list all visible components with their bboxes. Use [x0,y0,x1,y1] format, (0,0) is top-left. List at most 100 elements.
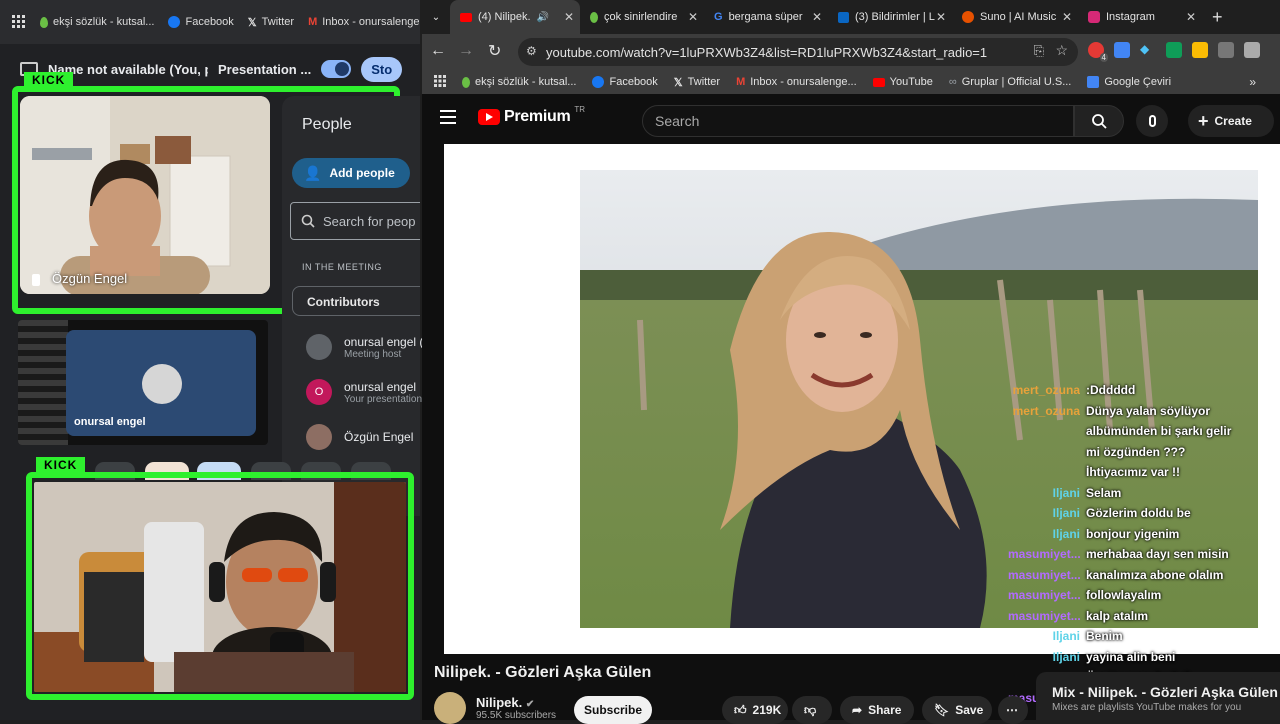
reload-icon[interactable]: ↻ [488,41,501,61]
left-bookmark-inbox[interactable]: M Inbox - onursalenge... [308,16,420,28]
participant-role: Your presentation [344,393,423,405]
bookmark-label: Google Çeviri [1104,76,1172,88]
gem-extension-icon[interactable]: ◆ [1140,42,1156,58]
tab-google[interactable]: G bergama süper ✕ [704,0,828,34]
presenter-card: onursal engel [66,330,256,436]
drop-icon [590,11,598,23]
share-arrow-icon: ➦ [852,703,863,717]
mix-playlist-panel[interactable]: Mix - Nilipek. - Gözleri Aşka Gülen Mixe… [1036,672,1280,720]
tab-search-icon[interactable]: ⌄ [422,12,450,23]
apps-grid-icon[interactable] [12,15,26,29]
r-extension-icon[interactable] [1166,42,1182,58]
close-tab-icon[interactable]: ✕ [936,10,946,24]
people-panel: People 👤 Add people Search for peop IN T… [282,96,420,516]
tab-label: (4) Nilipek. [478,11,531,23]
youtube-search-button[interactable] [1074,105,1124,137]
tab-linkedin[interactable]: (3) Bildirimler | L ✕ [828,0,952,34]
participant-role: Meeting host [344,348,402,360]
hamburger-menu-icon[interactable] [440,110,456,124]
channel-name[interactable]: Nilipek. ✔ [476,695,556,710]
chrome-window: ⌄ (4) Nilipek. 🔊 ✕ çok sinirlendire ✕ G … [422,0,1280,724]
close-tab-icon[interactable]: ✕ [688,10,698,24]
extension-icon[interactable]: 4 [1088,42,1108,62]
address-toolbar: ← → ↻ ⚙ youtube.com/watch?v=1luPRXWb3Z4&… [422,34,1280,70]
chat-text: :Dddddd [1086,383,1136,397]
presentation-preview-tile[interactable]: onursal engel [18,320,268,445]
people-search-input[interactable]: Search for peop [290,202,420,240]
bookmark-facebook[interactable]: Facebook [592,76,658,88]
bookmark-translate[interactable]: Google Çeviri [1087,76,1171,88]
tab-eksi[interactable]: çok sinirlendire ✕ [580,0,704,34]
gmail-icon: M [736,76,746,88]
close-tab-icon[interactable]: ✕ [1062,10,1072,24]
participant-row[interactable]: O onursal engel Your presentation [306,379,422,405]
chat-username: Iljani [1052,526,1080,541]
kick-logo-top: KICK [24,72,74,88]
close-tab-icon[interactable]: ✕ [1186,10,1196,24]
tab-label: bergama süper [728,11,803,23]
chat-username: Iljani [1052,485,1080,500]
presentation-toggle[interactable] [321,60,352,78]
youtube-search-input[interactable]: Search [642,105,1074,137]
verified-icon: ✔ [525,699,535,710]
chat-text: followlayalım [1086,588,1162,602]
puzzle-extension-icon[interactable] [1244,42,1260,58]
channel-name-text: Nilipek. [476,695,523,710]
bookmark-twitter[interactable]: 𝕏 Twitter [674,76,720,89]
avatar [306,334,332,360]
audio-playing-icon[interactable]: 🔊 [537,12,549,23]
participant-row[interactable]: Özgün Engel [306,424,413,450]
live-chat-overlay: mert_ozuna:Dddddd mert_ozuna Dünya yalan s… [1008,380,1248,708]
close-tab-icon[interactable]: ✕ [564,10,574,24]
channel-info[interactable]: Nilipek. ✔ 95.5K subscribers [434,692,556,724]
subscriber-count: 95.5K subscribers [476,710,557,721]
voice-search-button[interactable] [1136,105,1168,137]
tab-youtube[interactable]: (4) Nilipek. 🔊 ✕ [450,0,580,34]
youtube-logo[interactable]: Premium TR [478,104,586,126]
avatar [306,424,332,450]
presenter-avatar [142,364,182,404]
channel-avatar[interactable] [434,692,466,724]
site-info-icon[interactable]: ⚙ [526,44,537,58]
contributors-section[interactable]: Contributors [292,286,420,316]
close-tab-icon[interactable]: ✕ [812,10,822,24]
create-button[interactable]: + Create [1188,105,1274,137]
install-app-icon[interactable]: ⎘ [1034,43,1044,59]
apps-grid-icon[interactable] [434,74,446,90]
region-label: TR [574,104,586,114]
bookmark-gruplar[interactable]: ∞ Gruplar | Official U.S... [949,76,1071,88]
tab-label: Instagram [1106,11,1155,23]
back-arrow-icon[interactable]: ← [430,42,446,60]
tab-suno[interactable]: Suno | AI Music ✕ [952,0,1078,34]
url-bar[interactable]: ⚙ youtube.com/watch?v=1luPRXWb3Z4&list=R… [518,38,1078,66]
new-tab-icon[interactable]: + [1212,7,1223,28]
bookmark-youtube[interactable]: YouTube [872,76,933,88]
left-bookmark-twitter[interactable]: 𝕏 Twitter [248,16,294,29]
left-bookmark-facebook[interactable]: Facebook [168,16,234,28]
left-bookmark-eksi[interactable]: ekşi sözlük - kutsal... [40,16,154,28]
add-people-button[interactable]: 👤 Add people [292,158,410,188]
left-bookmark-label: Facebook [185,16,234,28]
add-person-icon: 👤 [304,164,322,181]
yellow-extension-icon[interactable] [1192,42,1208,58]
presentation-label: Presentation ... [218,61,312,77]
participant-row[interactable]: onursal engel (Meeting host [306,334,423,360]
meet-window: ekşi sözlük - kutsal... Facebook 𝕏 Twitte… [0,0,423,720]
video-player[interactable]: mert_ozuna:Dddddd mert_ozuna Dünya yalan s… [444,144,1280,705]
translate-extension-icon[interactable] [1114,42,1130,58]
youtube-favicon-icon [872,77,885,87]
mix-title: Mix - Nilipek. - Gözleri Aşka Gülen [1052,684,1278,700]
youtube-header: Premium TR Search + Create [422,96,1280,144]
printer-extension-icon[interactable] [1218,42,1234,58]
more-bookmarks-icon[interactable]: » [1249,75,1256,89]
search-icon [1092,114,1107,129]
bookmark-label: Facebook [609,76,658,88]
stop-presenting-button[interactable]: Sto [361,56,403,82]
tab-instagram[interactable]: Instagram ✕ [1078,0,1202,34]
tab-strip: ⌄ (4) Nilipek. 🔊 ✕ çok sinirlendire ✕ G … [422,0,1280,34]
bookmark-eksi[interactable]: ekşi sözlük - kutsal... [462,76,576,88]
bookmark-inbox[interactable]: M Inbox - onursalenge... [736,76,857,88]
save-label: Save [955,703,984,717]
forward-arrow-icon[interactable]: → [458,42,474,60]
bookmark-star-icon[interactable]: ☆ [1055,42,1068,59]
